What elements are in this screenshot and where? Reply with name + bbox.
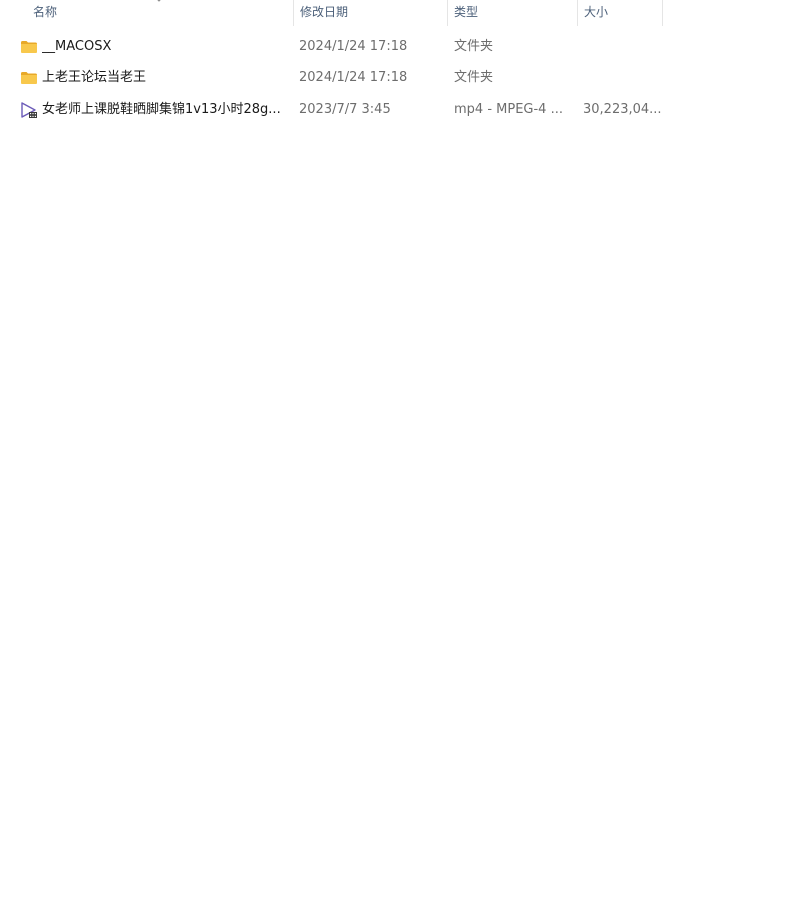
file-type: mp4 - MPEG-4 ... — [454, 102, 563, 117]
file-date-modified: 2024/1/24 17:18 — [299, 39, 408, 54]
file-row[interactable]: 上老王论坛当老王 2024/1/24 17:18 文件夹 — [0, 63, 663, 93]
column-header-bar: 名称 修改日期 类型 大小 — [0, 0, 800, 26]
video-file-icon — [21, 102, 37, 118]
file-date-modified: 2024/1/24 17:18 — [299, 70, 408, 85]
folder-icon — [21, 72, 37, 84]
file-name: __MACOSX — [42, 39, 112, 54]
file-size — [583, 32, 661, 62]
file-date-modified: 2023/7/7 3:45 — [299, 102, 391, 117]
column-header-date-modified[interactable]: 修改日期 — [293, 0, 447, 26]
column-header-name[interactable]: 名称 — [27, 0, 293, 26]
file-explorer: 名称 修改日期 类型 大小 __MACOSX 2024/1/24 17:18 文… — [0, 0, 800, 914]
file-name: 上老王论坛当老王 — [42, 70, 147, 85]
folder-icon — [21, 41, 37, 53]
file-type: 文件夹 — [454, 39, 494, 54]
file-type: 文件夹 — [454, 70, 494, 85]
file-row[interactable]: __MACOSX 2024/1/24 17:18 文件夹 — [0, 32, 663, 62]
file-row[interactable]: 女老师上课脱鞋晒脚集锦1v13小时28g... 2023/7/7 3:45 mp… — [0, 95, 663, 125]
column-header-type[interactable]: 类型 — [447, 0, 577, 26]
column-header-size[interactable]: 大小 — [577, 0, 663, 26]
file-name: 女老师上课脱鞋晒脚集锦1v13小时28g... — [42, 102, 281, 117]
file-size: 30,223,04... — [583, 102, 661, 117]
file-size — [583, 63, 661, 93]
